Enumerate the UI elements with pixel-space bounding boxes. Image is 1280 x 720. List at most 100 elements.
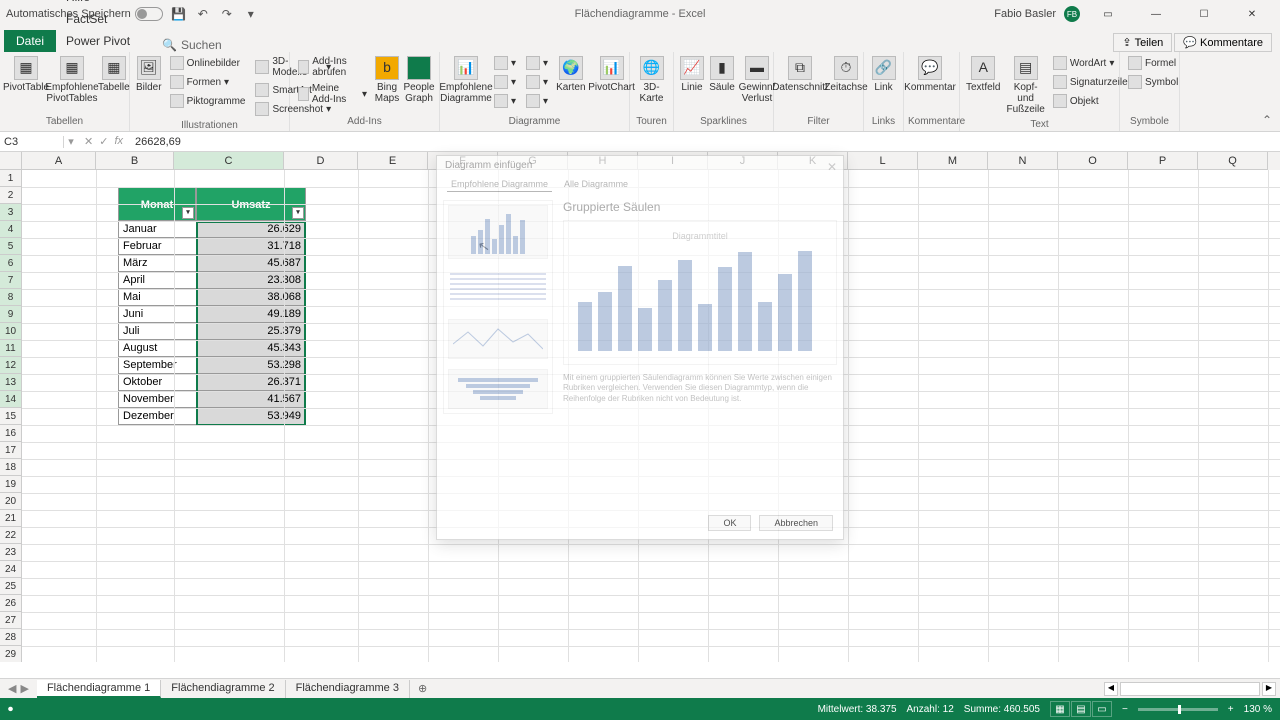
row-header[interactable]: 8 [0,289,22,306]
equation-button[interactable]: Formel [1124,54,1182,72]
undo-icon[interactable]: ↶ [195,6,211,22]
comment-button[interactable]: 💬Kommentar [908,54,952,95]
table-button[interactable]: ▦Tabelle [96,54,132,95]
table-row[interactable]: Dezember53.949 [118,408,306,425]
namebox-dropdown-icon[interactable]: ▾ [64,135,78,148]
table-row[interactable]: Februar31.718 [118,238,306,255]
pictures-button[interactable]: 🖼Bilder [134,54,164,95]
cancel-formula-icon[interactable]: ✕ [84,135,93,148]
row-header[interactable]: 1 [0,170,22,187]
col-header[interactable]: C [174,152,284,170]
row-header[interactable]: 13 [0,374,22,391]
my-addins-button[interactable]: Meine Add-Ins ▾ [294,81,371,107]
pivottable-button[interactable]: ▦PivotTable [4,54,48,95]
row-header[interactable]: 22 [0,527,22,544]
row-header[interactable]: 16 [0,425,22,442]
dialog-close-icon[interactable]: ✕ [827,160,837,174]
table-row[interactable]: November41.567 [118,391,306,408]
col-header[interactable]: A [22,152,96,170]
row-header[interactable]: 10 [0,323,22,340]
view-normal-icon[interactable]: ▦ [1050,701,1070,717]
col-header[interactable]: N [988,152,1058,170]
row-header[interactable]: 15 [0,408,22,425]
people-graph-button[interactable]: People Graph [403,54,435,106]
row-header[interactable]: 29 [0,646,22,662]
maximize-icon[interactable]: ☐ [1184,4,1224,24]
row-header[interactable]: 21 [0,510,22,527]
add-sheet-button[interactable]: ⊕ [410,682,435,695]
table-row[interactable]: April23.308 [118,272,306,289]
hscroll-track[interactable] [1120,682,1260,696]
recommended-pivot-button[interactable]: ▦Empfohlene PivotTables [50,54,94,106]
sheet-prev-icon[interactable]: ◀ [8,682,16,695]
thumb-line-chart[interactable] [448,319,548,359]
sheet-tab[interactable]: Flächendiagramme 1 [37,680,161,698]
row-header[interactable]: 23 [0,544,22,561]
zoom-out-icon[interactable]: − [1122,704,1128,715]
row-header[interactable]: 27 [0,612,22,629]
enter-formula-icon[interactable]: ✓ [99,135,108,148]
sheet-tab[interactable]: Flächendiagramme 3 [286,680,410,698]
view-break-icon[interactable]: ▭ [1092,701,1112,717]
table-row[interactable]: August45.343 [118,340,306,357]
chart-scatter-icon[interactable]: ▾ [490,92,520,110]
dialog-tab-all[interactable]: Alle Diagramme [560,177,632,192]
tab-hilfe[interactable]: Hilfe [56,0,156,8]
table-row[interactable]: September53.298 [118,357,306,374]
spark-line-button[interactable]: 📈Linie [678,54,706,95]
chart-pie-icon[interactable]: ▾ [490,73,520,91]
tab-power pivot[interactable]: Power Pivot [56,30,156,52]
col-header[interactable]: B [96,152,174,170]
row-header[interactable]: 18 [0,459,22,476]
qat-customize-icon[interactable]: ▾ [243,6,259,22]
table-row[interactable]: Januar26.629 [118,221,306,238]
row-header[interactable]: 17 [0,442,22,459]
minimize-icon[interactable]: — [1136,4,1176,24]
row-header[interactable]: 6 [0,255,22,272]
close-icon[interactable]: ✕ [1232,4,1272,24]
row-header[interactable]: 28 [0,629,22,646]
recommended-charts-button[interactable]: 📊Empfohlene Diagramme [444,54,488,106]
timeline-button[interactable]: ⏱Zeitachse [824,54,868,95]
col-header[interactable]: Q [1198,152,1268,170]
spark-winloss-button[interactable]: ▬Gewinn/ Verlust [738,54,776,106]
row-header[interactable]: 20 [0,493,22,510]
slicer-button[interactable]: ⧉Datenschnitt [778,54,822,95]
row-header[interactable]: 19 [0,476,22,493]
sheet-next-icon[interactable]: ▶ [20,682,28,695]
search-box[interactable]: 🔍 Suchen [156,38,222,52]
tab-factset[interactable]: FactSet [56,8,156,30]
chart-line-icon[interactable]: ▾ [522,54,552,72]
formula-bar[interactable]: 26628,69 [129,136,1280,148]
icons-button[interactable]: Piktogramme [166,92,250,110]
col-header[interactable]: E [358,152,428,170]
fx-icon[interactable]: fx [114,135,123,148]
table-row[interactable]: Juni49.189 [118,306,306,323]
zoom-slider[interactable] [1138,708,1218,711]
avatar[interactable]: FB [1064,6,1080,22]
chart-combo-icon[interactable]: ▾ [522,92,552,110]
row-header[interactable]: 3 [0,204,22,221]
col-header[interactable]: L [848,152,918,170]
row-header[interactable]: 7 [0,272,22,289]
row-header[interactable]: 25 [0,578,22,595]
filter-icon[interactable]: ▾ [182,207,194,219]
row-header[interactable]: 14 [0,391,22,408]
share-button[interactable]: ⇪ Teilen [1113,33,1172,52]
filter-icon[interactable]: ▾ [292,207,304,219]
row-header[interactable]: 4 [0,221,22,238]
chart-hier-icon[interactable]: ▾ [522,73,552,91]
pivotchart-button[interactable]: 📊PivotChart [590,54,634,95]
online-pictures-button[interactable]: Onlinebilder [166,54,250,72]
row-header[interactable]: 12 [0,357,22,374]
symbol-button[interactable]: Symbol [1124,73,1182,91]
textbox-button[interactable]: ATextfeld [964,54,1002,95]
bing-maps-button[interactable]: bBing Maps [373,54,401,106]
get-addins-button[interactable]: Add-Ins abrufen [294,54,371,80]
hscroll-left-icon[interactable]: ◀ [1104,682,1118,696]
link-button[interactable]: 🔗Link [868,54,899,95]
table-row[interactable]: Juli25.379 [118,323,306,340]
chart-bar-icon[interactable]: ▾ [490,54,520,72]
zoom-level[interactable]: 130 % [1244,704,1272,715]
save-icon[interactable]: 💾 [171,6,187,22]
